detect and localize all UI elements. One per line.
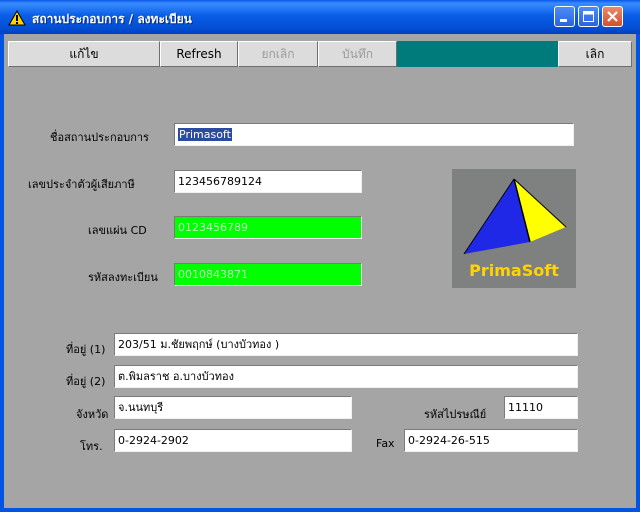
close-icon — [607, 11, 618, 22]
maximize-icon — [583, 11, 594, 22]
toolbar: แก้ไข Refresh ยกเลิก บันทึก เลิก — [8, 41, 632, 67]
cd-number-label: เลขแผ่น CD — [88, 224, 147, 237]
phone-field[interactable]: 0-2924-2902 — [114, 429, 352, 452]
refresh-button[interactable]: Refresh — [160, 41, 238, 67]
close-button[interactable] — [602, 6, 623, 27]
company-name-field[interactable]: Primasoft — [174, 123, 574, 146]
tax-id-label: เลขประจำตัวผู้เสียภาษี — [28, 178, 135, 191]
address1-field[interactable]: 203/51 ม.ชัยพฤกษ์ (บางบัวทอง ) — [114, 333, 578, 356]
address2-label: ที่อยู่ (2) — [66, 375, 106, 388]
province-field[interactable]: จ.นนทบุรี — [114, 396, 352, 419]
edit-button[interactable]: แก้ไข — [8, 41, 160, 67]
exit-button[interactable]: เลิก — [558, 41, 632, 67]
minimize-button[interactable] — [554, 6, 575, 27]
registration-code-field[interactable]: 0010843871 — [174, 263, 362, 286]
postal-code-field[interactable]: 11110 — [504, 396, 578, 419]
window-title: สถานประกอบการ / ลงทะเบียน — [32, 12, 192, 26]
company-name-label: ชื่อสถานประกอบการ — [50, 131, 149, 144]
primasoft-logo: PrimaSoft — [452, 169, 576, 288]
save-button[interactable]: บันทึก — [318, 41, 397, 67]
minimize-icon — [560, 19, 567, 22]
address1-label: ที่อยู่ (1) — [66, 343, 106, 356]
tax-id-field[interactable]: 123456789124 — [174, 170, 362, 193]
maximize-button[interactable] — [578, 6, 599, 27]
phone-label: โทร. — [80, 440, 103, 453]
cancel-button[interactable]: ยกเลิก — [238, 41, 318, 67]
province-label: จังหวัด — [76, 408, 109, 421]
cd-number-field[interactable]: 0123456789 — [174, 216, 362, 239]
app-window: สถานประกอบการ / ลงทะเบียน แก้ไข Refresh … — [0, 0, 640, 512]
company-name-value: Primasoft — [178, 128, 232, 141]
registration-code-label: รหัสลงทะเบียน — [88, 271, 158, 284]
address2-field[interactable]: ต.พิมลราช อ.บางบัวทอง — [114, 365, 578, 388]
fax-label: Fax — [376, 437, 395, 450]
pyramid-icon — [463, 178, 567, 255]
logo-text: PrimaSoft — [469, 261, 559, 280]
fax-field[interactable]: 0-2924-26-515 — [404, 429, 578, 452]
warning-triangle-icon — [8, 10, 26, 26]
postal-code-label: รหัสไปรษณีย์ — [424, 408, 487, 421]
title-bar[interactable]: สถานประกอบการ / ลงทะเบียน — [0, 0, 640, 34]
